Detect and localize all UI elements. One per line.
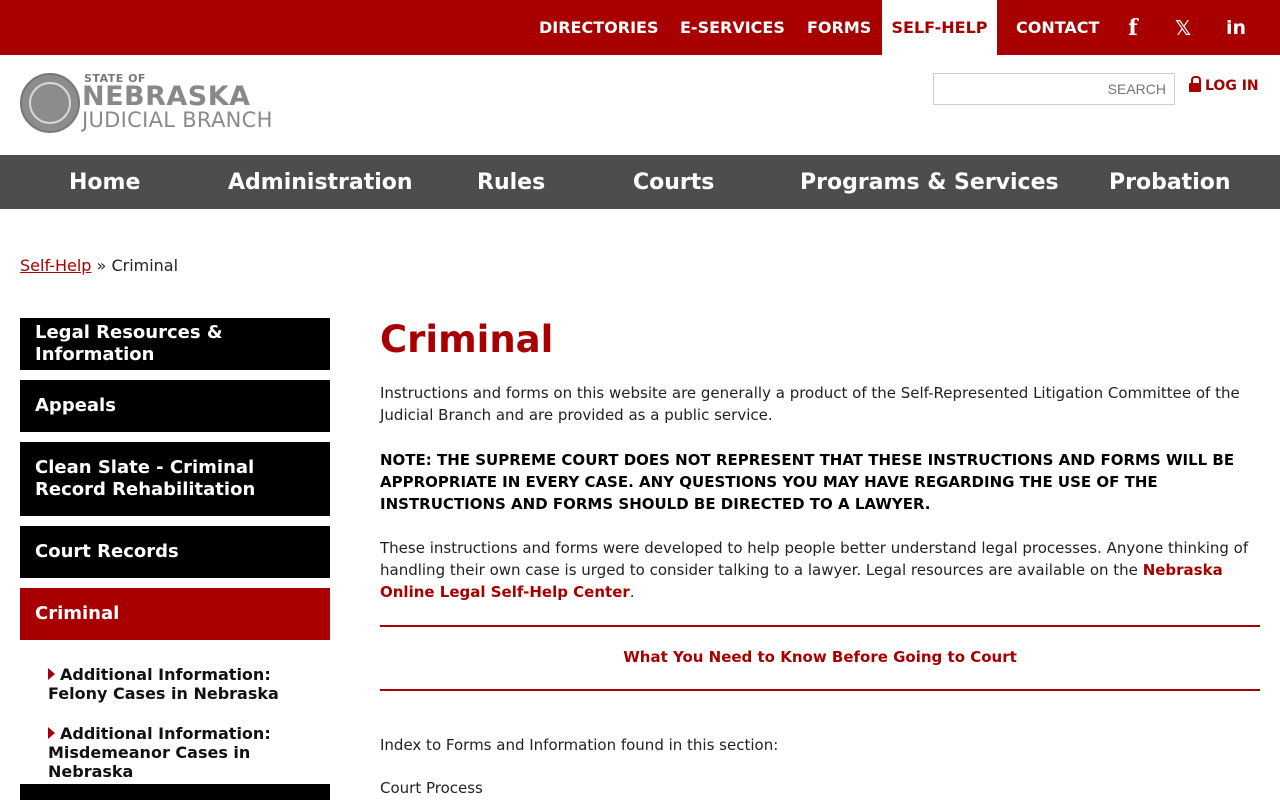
nav-administration[interactable]: Administration xyxy=(228,155,413,209)
login-link[interactable]: LOG IN xyxy=(1189,76,1259,94)
topnav-contact-link[interactable]: CONTACT xyxy=(1016,0,1099,55)
sidebar-item-appeals[interactable]: Appeals xyxy=(20,380,330,432)
sidebar-subitem-misdemeanor-label: Additional Information: Misdemeanor Case… xyxy=(48,724,271,781)
divider-top xyxy=(380,625,1260,627)
lock-icon xyxy=(1189,76,1201,92)
main-nav: Home Administration Rules Courts Program… xyxy=(0,155,1280,209)
breadcrumb-separator: » xyxy=(96,256,107,275)
note-paragraph: NOTE: THE SUPREME COURT DOES NOT REPRESE… xyxy=(380,451,1235,513)
state-seal-icon xyxy=(20,73,80,133)
intro-paragraph: Instructions and forms on this website a… xyxy=(380,384,1240,424)
know-before-court-link[interactable]: What You Need to Know Before Going to Co… xyxy=(380,648,1260,666)
page-title: Criminal xyxy=(380,318,554,361)
sidebar-item-criminal[interactable]: Criminal xyxy=(20,588,330,640)
sidebar-item-next[interactable] xyxy=(20,784,330,800)
topnav-forms-link[interactable]: FORMS xyxy=(807,0,871,55)
sidebar-subitem-misdemeanor[interactable]: Additional Information: Misdemeanor Case… xyxy=(48,724,323,781)
nav-probation[interactable]: Probation xyxy=(1109,155,1231,209)
search-input[interactable] xyxy=(933,73,1175,105)
topnav-directories-link[interactable]: DIRECTORIES xyxy=(539,0,658,55)
topnav-selfhelp-link[interactable]: SELF-HELP xyxy=(882,0,997,55)
site-logo[interactable]: STATE OF NEBRASKA JUDICIAL BRANCH xyxy=(20,72,280,136)
sidebar-item-court-records[interactable]: Court Records xyxy=(20,526,330,578)
breadcrumb-self-help-link[interactable]: Self-Help xyxy=(20,256,91,275)
linkedin-icon[interactable]: in xyxy=(1221,0,1251,55)
index-text: Index to Forms and Information found in … xyxy=(380,736,779,754)
breadcrumb: Self-Help » Criminal xyxy=(20,256,178,275)
help-text: These instructions and forms were develo… xyxy=(380,539,1249,579)
topnav-eservices-link[interactable]: E-SERVICES xyxy=(680,0,785,55)
x-twitter-icon[interactable]: 𝕏 xyxy=(1168,0,1198,55)
logo-judicial-branch: JUDICIAL BRANCH xyxy=(82,108,273,132)
nav-programs-services[interactable]: Programs & Services xyxy=(800,155,1059,209)
help-paragraph: These instructions and forms were develo… xyxy=(380,537,1250,603)
nav-home[interactable]: Home xyxy=(69,155,140,209)
court-process-heading: Court Process xyxy=(380,779,483,797)
facebook-icon[interactable]: f xyxy=(1118,0,1148,55)
caret-right-icon xyxy=(48,727,55,739)
caret-right-icon xyxy=(48,668,55,680)
seal-ring xyxy=(29,82,71,124)
login-label: LOG IN xyxy=(1205,78,1259,94)
nav-courts[interactable]: Courts xyxy=(633,155,714,209)
top-nav: DIRECTORIES E-SERVICES FORMS SELF-HELP C… xyxy=(0,0,1280,55)
nav-rules[interactable]: Rules xyxy=(477,155,545,209)
help-end: . xyxy=(629,583,635,601)
sidebar-subitem-felony-label: Additional Information: Felony Cases in … xyxy=(48,665,279,703)
sidebar-item-legal-resources[interactable]: Legal Resources & Information xyxy=(20,318,330,370)
sidebar-item-clean-slate[interactable]: Clean Slate - Criminal Record Rehabilita… xyxy=(20,442,330,516)
breadcrumb-current: Criminal xyxy=(111,256,179,275)
sidebar-subitem-felony[interactable]: Additional Information: Felony Cases in … xyxy=(48,665,323,703)
divider-bottom xyxy=(380,689,1260,691)
